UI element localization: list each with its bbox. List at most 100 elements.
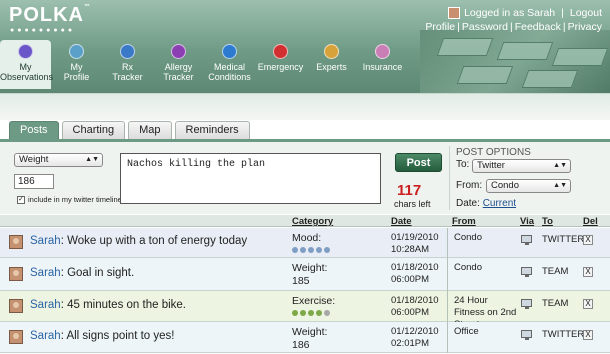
nav-label-line1: Medical — [213, 62, 245, 72]
post-date-time: 02:01PM — [391, 338, 430, 349]
view-tabs: Posts Charting Map Reminders — [9, 121, 250, 139]
user-avatar — [9, 235, 23, 249]
user-avatar — [9, 299, 23, 313]
post-options-title: POST OPTIONS — [456, 147, 531, 158]
post-to: TWITTER — [542, 329, 585, 340]
category-value: 185 — [292, 275, 310, 287]
password-link[interactable]: Password — [462, 21, 508, 33]
insurance-icon — [375, 44, 390, 59]
value-input[interactable]: 186 — [14, 174, 54, 189]
table-row: Sarah: 45 minutes on the bike. Exercise:… — [0, 291, 610, 330]
nav-item-experts[interactable]: Experts — [306, 40, 357, 89]
from-select[interactable]: Condo ▲▼ — [486, 179, 571, 193]
nav-item-medical[interactable]: Medical Conditions — [204, 40, 255, 89]
column-divider — [447, 291, 448, 322]
rating-dot — [324, 247, 330, 253]
post-to: TWITTER — [542, 234, 585, 245]
post-text: : Goal in sight. — [60, 267, 135, 279]
delete-button[interactable]: X — [583, 235, 593, 245]
category-label: Weight: — [292, 262, 328, 274]
nav-item-emergency[interactable]: Emergency — [255, 40, 306, 89]
allergy-icon — [171, 44, 186, 59]
nav-label-line2: Conditions — [208, 72, 251, 82]
column-divider — [447, 228, 448, 258]
rx-icon — [120, 44, 135, 59]
post-author-link[interactable]: Sarah — [30, 235, 61, 247]
to-select[interactable]: Twitter ▲▼ — [472, 159, 571, 173]
feedback-link[interactable]: Feedback — [515, 21, 561, 33]
post-message: Sarah: All signs point to yes! — [30, 330, 174, 342]
experts-icon — [324, 44, 339, 59]
nav-label-line2: Tracker — [112, 72, 143, 82]
category-label: Exercise: — [292, 295, 336, 307]
tab-reminders[interactable]: Reminders — [174, 121, 250, 139]
post-button[interactable]: Post — [395, 153, 442, 172]
post-author-link[interactable]: Sarah — [30, 299, 61, 311]
column-header-del: Del — [583, 216, 598, 227]
delete-button[interactable]: X — [583, 330, 593, 340]
tab-map[interactable]: Map — [128, 121, 172, 139]
category-select-value: Weight — [19, 154, 49, 165]
category-label: Mood: — [292, 232, 322, 244]
delete-button[interactable]: X — [583, 267, 593, 277]
logout-link[interactable]: Logout — [570, 6, 602, 20]
post-text: : 45 minutes on the bike. — [60, 299, 186, 311]
nav-item-observations[interactable]: My Observations — [0, 40, 53, 89]
post-author-link[interactable]: Sarah — [30, 330, 61, 342]
post-date: 01/12/2010 02:01PM — [391, 326, 439, 350]
delete-button[interactable]: X — [583, 299, 593, 309]
computer-icon — [521, 299, 532, 309]
post-category: Weight: 185 — [292, 262, 327, 290]
column-header-via[interactable]: Via — [520, 216, 534, 227]
post-date: 01/18/2010 06:00PM — [391, 262, 439, 286]
rating-dot — [292, 247, 298, 253]
polka-logo[interactable]: POLKA™ — [9, 4, 91, 27]
from-select-value: Condo — [491, 180, 519, 191]
privacy-link[interactable]: Privacy — [568, 21, 602, 33]
column-header-from[interactable]: From — [452, 216, 476, 227]
twitter-timeline-checkbox[interactable]: ✓ — [17, 195, 25, 204]
post-date: 01/19/2010 10:28AM — [391, 232, 439, 256]
nav-label-line1: Insurance — [362, 62, 403, 72]
app-header: POLKA™ ●●●●●●●●● Logged in as Sarah | Lo… — [0, 0, 610, 93]
chars-left-count: 117 — [397, 182, 422, 199]
tab-posts[interactable]: Posts — [9, 121, 59, 139]
message-textarea[interactable]: Nachos killing the plan — [120, 153, 381, 204]
nav-item-insurance[interactable]: Insurance — [357, 40, 408, 89]
post-message: Sarah: 45 minutes on the bike. — [30, 299, 186, 311]
column-header-category[interactable]: Category — [292, 216, 333, 227]
tab-charting[interactable]: Charting — [61, 121, 126, 139]
post-category: Mood: — [292, 232, 330, 253]
nav-label-line1: Rx — [122, 62, 133, 72]
table-row: Sarah: Goal in sight. Weight: 185 01/18/… — [0, 258, 610, 291]
to-label: To: — [456, 159, 470, 170]
from-label: From: — [456, 180, 483, 191]
table-row: Sarah: Woke up with a ton of energy toda… — [0, 228, 610, 258]
post-from: Condo — [454, 262, 482, 273]
column-header-to[interactable]: To — [542, 216, 553, 227]
select-arrow-icon: ▲▼ — [553, 182, 567, 189]
nav-label-line2: Tracker — [163, 72, 194, 82]
twitter-timeline-option: ✓ include in my twitter timeline — [17, 195, 122, 204]
category-value: 186 — [292, 339, 310, 351]
chars-left-label: chars left — [394, 199, 431, 209]
nav-item-profile[interactable]: My Profile — [51, 40, 102, 89]
post-author-link[interactable]: Sarah — [30, 267, 61, 279]
select-arrow-icon: ▲▼ — [553, 162, 567, 169]
post-category: Exercise: — [292, 295, 335, 316]
profile-link[interactable]: Profile — [425, 21, 455, 33]
category-select[interactable]: Weight ▲▼ — [14, 153, 103, 167]
twitter-timeline-label: include in my twitter timeline — [28, 195, 122, 204]
post-date-day: 01/18/2010 — [391, 295, 439, 306]
posts-table-header: Category Date From Via To Del — [0, 215, 610, 227]
date-current-link[interactable]: Current — [483, 198, 516, 209]
column-divider — [447, 322, 448, 353]
nav-item-allergy[interactable]: Allergy Tracker — [153, 40, 204, 89]
nav-item-rx[interactable]: Rx Tracker — [102, 40, 153, 89]
nav-label-line1: Emergency — [257, 62, 304, 72]
column-header-date[interactable]: Date — [391, 216, 412, 227]
computer-icon — [521, 330, 532, 340]
post-date-time: 06:00PM — [391, 274, 430, 285]
rating-dots — [292, 247, 330, 253]
post-date-day: 01/19/2010 — [391, 232, 439, 243]
